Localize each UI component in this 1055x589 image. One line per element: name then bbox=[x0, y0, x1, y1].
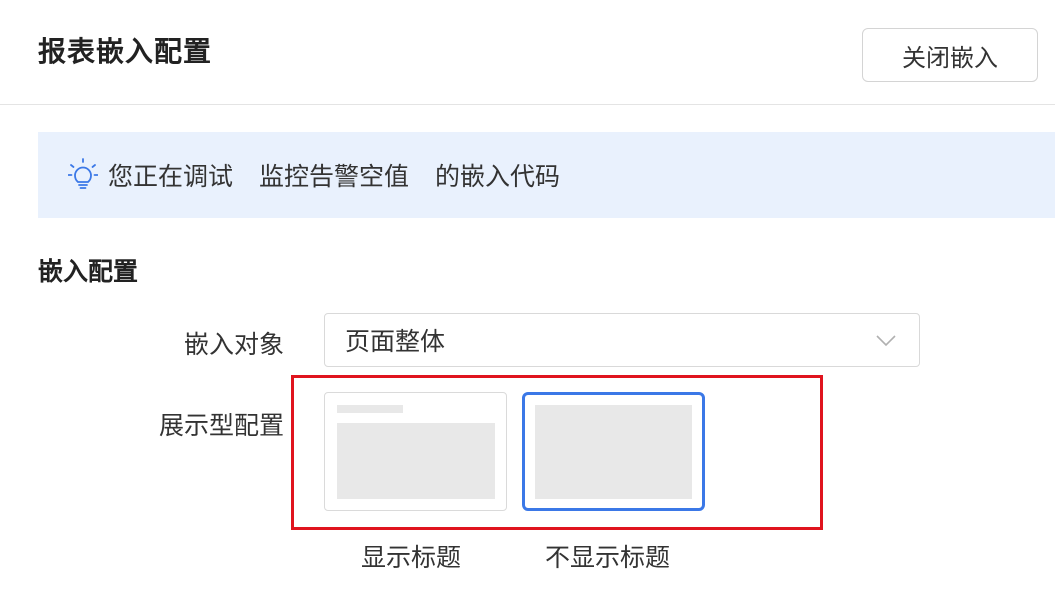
thumbnail-title-bar bbox=[337, 405, 403, 413]
close-embed-button[interactable]: 关闭嵌入 bbox=[862, 28, 1038, 82]
embed-target-select[interactable]: 页面整体 bbox=[324, 313, 920, 367]
banner-prefix-text: 您正在调试 bbox=[108, 162, 234, 191]
option-show-title-caption: 显示标题 bbox=[361, 543, 462, 572]
option-hide-title[interactable] bbox=[522, 392, 705, 511]
chevron-down-icon bbox=[875, 328, 897, 350]
banner-report-name: 监控告警空值 bbox=[259, 162, 410, 191]
thumbnail-content-area bbox=[337, 423, 495, 499]
option-hide-title-caption: 不显示标题 bbox=[545, 543, 671, 572]
option-show-title[interactable] bbox=[324, 392, 507, 511]
lightbulb-icon bbox=[68, 158, 98, 192]
dialog-title: 报表嵌入配置 bbox=[38, 35, 213, 68]
embed-target-label: 嵌入对象 bbox=[183, 330, 284, 359]
section-title: 嵌入配置 bbox=[38, 257, 139, 286]
thumbnail-content-area bbox=[535, 405, 692, 499]
banner-suffix-text: 的嵌入代码 bbox=[435, 162, 561, 191]
info-banner: 您正在调试 监控告警空值 的嵌入代码 bbox=[38, 132, 1055, 218]
dialog-header: 报表嵌入配置 关闭嵌入 bbox=[0, 0, 1055, 105]
embed-target-value: 页面整体 bbox=[345, 327, 446, 356]
display-config-label: 展示型配置 bbox=[158, 411, 284, 440]
